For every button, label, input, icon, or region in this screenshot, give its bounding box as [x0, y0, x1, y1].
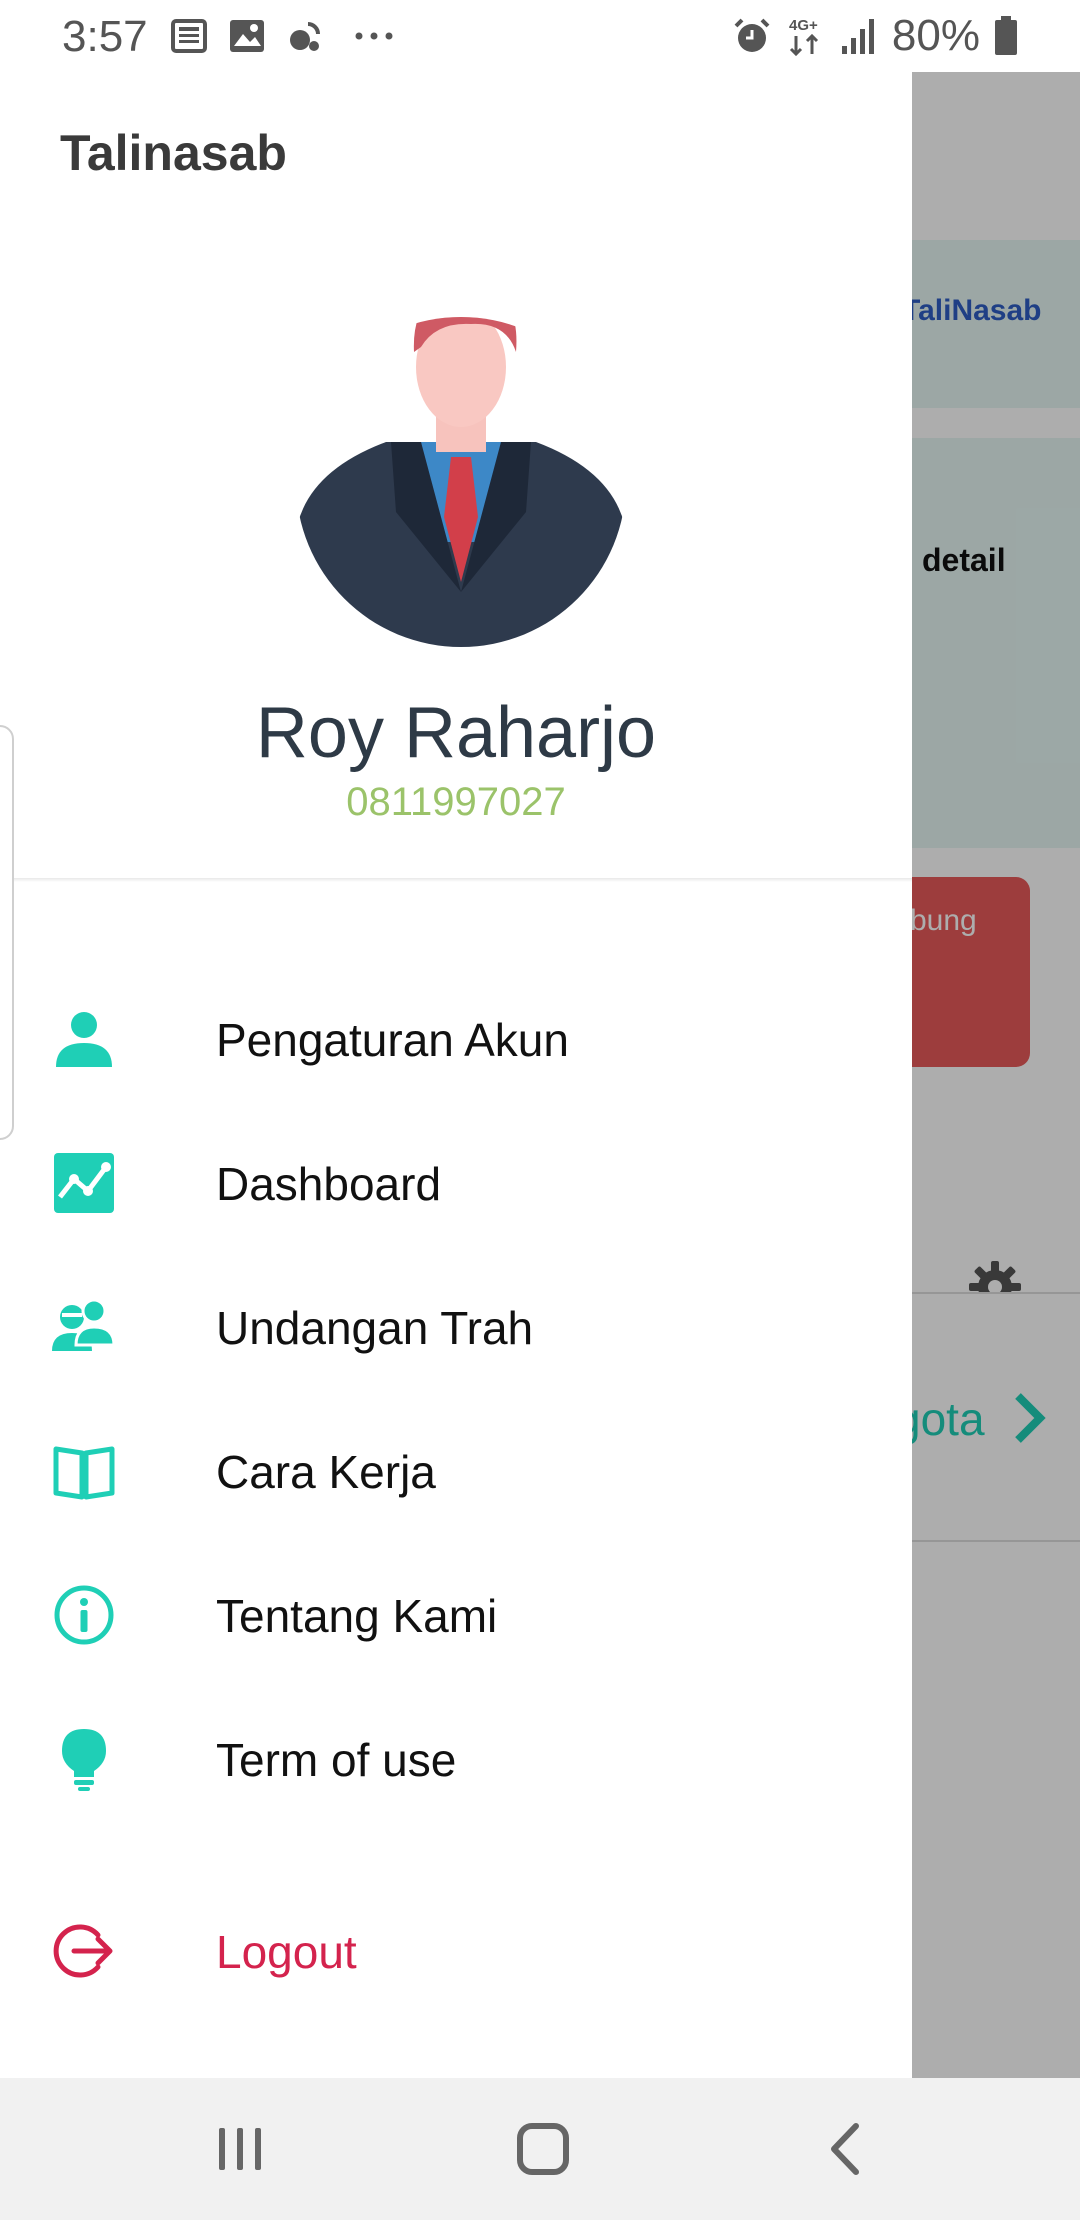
- menu-item-dashboard[interactable]: Dashboard: [0, 1121, 912, 1241]
- news-icon: [171, 19, 207, 53]
- menu-item-label: Undangan Trah: [216, 1302, 534, 1354]
- drawer-title: Talinasab: [60, 125, 287, 181]
- menu-item-label: Term of use: [216, 1734, 457, 1786]
- status-time: 3:57: [62, 12, 148, 61]
- info-icon: [54, 1585, 114, 1645]
- user-phone: 0811997027: [346, 780, 566, 824]
- header-divider: [0, 878, 912, 882]
- menu-item-cara-kerja[interactable]: Cara Kerja: [0, 1409, 912, 1529]
- book-icon: [53, 1446, 115, 1500]
- menu-item-label: Pengaturan Akun: [216, 1014, 569, 1066]
- menu-item-label: Cara Kerja: [216, 1446, 436, 1498]
- battery-percent: 80%: [891, 11, 980, 60]
- chart-icon: [54, 1153, 114, 1213]
- menu-item-pengaturan-akun[interactable]: Pengaturan Akun: [0, 977, 912, 1097]
- home-icon[interactable]: [498, 2114, 588, 2184]
- logout-label: Logout: [216, 1926, 357, 1978]
- menu-item-label: Tentang Kami: [216, 1590, 498, 1642]
- alarm-icon: [734, 18, 770, 52]
- user-name: Roy Raharjo: [255, 693, 657, 773]
- image-icon: [230, 20, 264, 52]
- svg-text:4G+: 4G+: [789, 17, 818, 34]
- navigation-drawer: Talinasab Roy Raharjo 0811997027 Pengatu…: [0, 72, 912, 2078]
- edge-panel-handle[interactable]: [0, 725, 14, 1140]
- person-icon: [56, 1012, 112, 1067]
- status-bar: 3:57 4G+ 80%: [0, 0, 1080, 72]
- menu-item-term-of-use[interactable]: Term of use: [0, 1697, 912, 1817]
- logout-icon: [53, 1924, 113, 1978]
- menu-item-label: Dashboard: [216, 1158, 442, 1210]
- more-icon: [355, 32, 393, 40]
- back-icon[interactable]: [800, 2114, 890, 2184]
- menu-item-tentang-kami[interactable]: Tentang Kami: [0, 1553, 912, 1673]
- lightbulb-icon: [62, 1729, 106, 1791]
- signal-icon: [841, 19, 874, 54]
- system-nav-bar: [0, 2078, 1080, 2220]
- logout-button[interactable]: Logout: [0, 1889, 912, 2009]
- battery-icon: [995, 16, 1017, 55]
- recents-icon[interactable]: [195, 2114, 285, 2184]
- satellite-icon: [290, 22, 320, 51]
- network-icon: 4G+: [789, 17, 818, 57]
- menu-item-undangan-trah[interactable]: Undangan Trah: [0, 1265, 912, 1385]
- user-avatar[interactable]: [296, 282, 626, 652]
- people-icon: [52, 1298, 116, 1351]
